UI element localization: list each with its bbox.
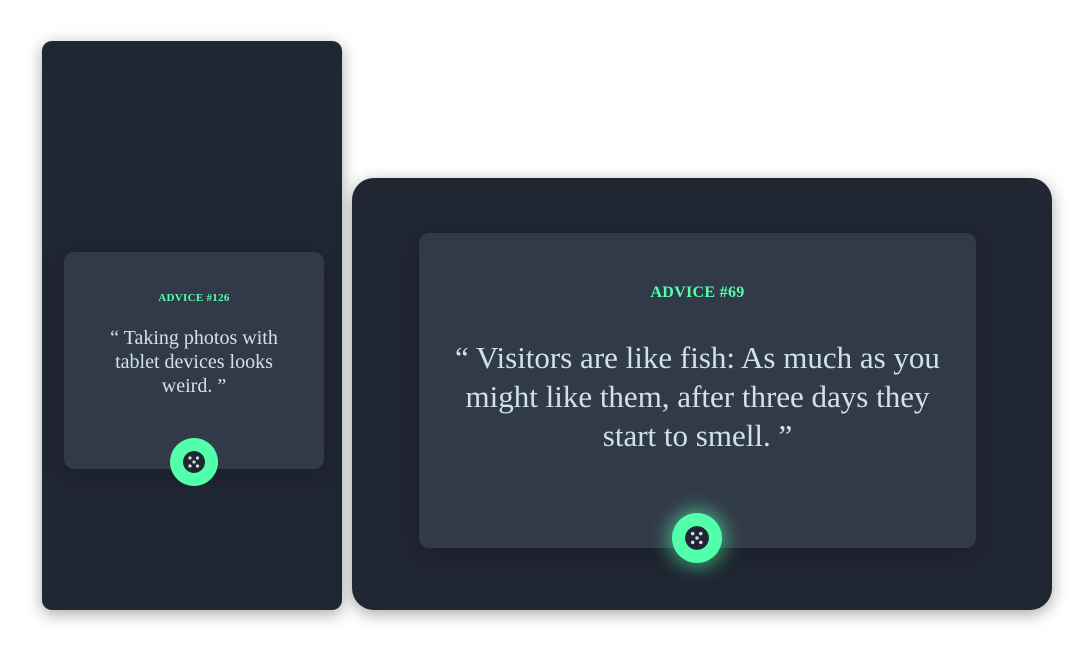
mobile-preview-frame: ADVICE #126 “ Taking photos with tablet …: [42, 41, 342, 610]
advice-quote: “ Visitors are like fish: As much as you…: [455, 340, 940, 453]
generate-advice-button[interactable]: [170, 438, 218, 486]
advice-id-label: ADVICE #126: [158, 292, 230, 304]
advice-quote: “ Taking photos with tablet devices look…: [110, 327, 278, 397]
desktop-preview-frame: ADVICE #69 “ Visitors are like fish: As …: [352, 178, 1052, 610]
advice-card: ADVICE #126 “ Taking photos with tablet …: [64, 252, 324, 486]
dice-icon: [183, 451, 205, 473]
advice-card: ADVICE #69 “ Visitors are like fish: As …: [419, 233, 976, 563]
generate-advice-button[interactable]: [672, 513, 722, 563]
advice-id-label: ADVICE #69: [650, 284, 745, 301]
dice-icon: [685, 526, 709, 550]
